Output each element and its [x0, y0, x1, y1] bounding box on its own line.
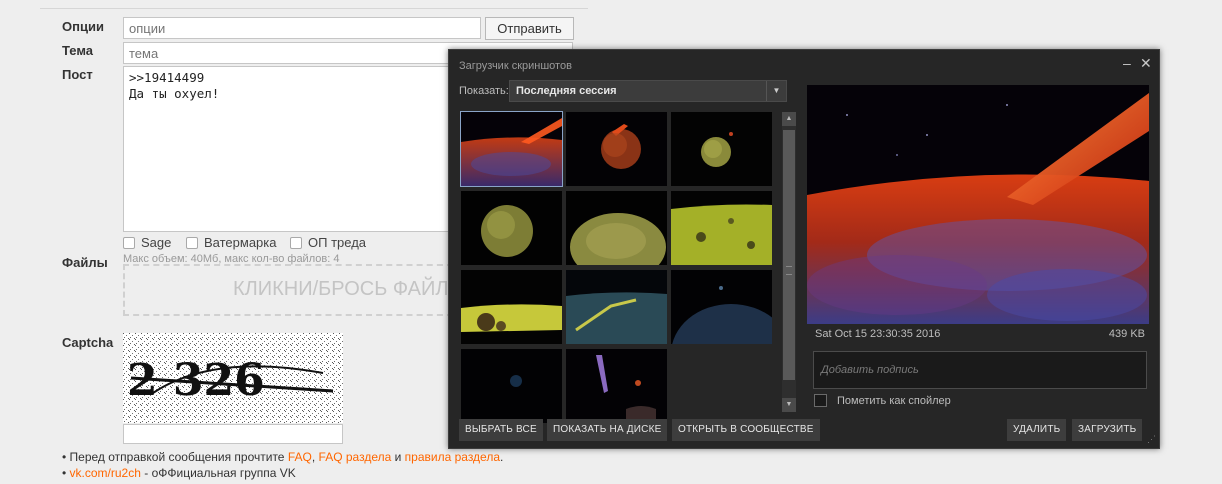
thumbnail-green-planet-small[interactable] — [671, 112, 772, 186]
captcha-glyphs: 2 326 — [127, 355, 265, 406]
files-label: Файлы — [62, 255, 108, 270]
green-planet-terrain-image — [671, 191, 772, 265]
subject-label: Тема — [62, 43, 94, 58]
captcha-input[interactable] — [123, 424, 343, 444]
thumbnail-grid — [459, 110, 775, 423]
thumbnail-dark-space[interactable] — [461, 349, 562, 423]
thumbnail-green-planet-terrain[interactable] — [671, 191, 772, 265]
watermark-checkbox[interactable]: Ватермарка — [186, 235, 276, 250]
thumbnail-space-beam[interactable] — [566, 349, 667, 423]
screenshot-uploader-dialog: Загрузчик скриншотов ‒ ✕ Показать: После… — [448, 49, 1160, 449]
options-label: Опции — [62, 19, 104, 34]
red-planet-image — [566, 112, 667, 186]
green-horizon-image — [461, 270, 562, 344]
red-planet-surface-image — [461, 112, 562, 186]
thumbnail-red-planet-surface[interactable] — [460, 111, 563, 187]
show-on-disk-button[interactable]: ПОКАЗАТЬ НА ДИСКЕ — [547, 419, 668, 441]
thumbnail-green-planet[interactable] — [461, 191, 562, 265]
captcha-noise-graphic: 2 326 — [123, 333, 343, 423]
watermark-checkbox-box[interactable] — [186, 236, 198, 249]
vk-note-text: - оФФициальная группа VK — [144, 466, 296, 480]
op-checkbox-label: ОП треда — [308, 235, 367, 250]
faq-section-link[interactable]: FAQ раздела — [319, 450, 392, 464]
scrollbar-thumb[interactable] — [783, 130, 795, 380]
spoiler-checkbox-box[interactable] — [814, 394, 827, 407]
vk-link[interactable]: vk.com/ru2ch — [70, 466, 141, 480]
rules-note-period: . — [500, 450, 504, 464]
dropzone-text: КЛИКНИ/БРОСЬ ФАЙЛ — [233, 278, 449, 300]
thumbnail-green-horizon[interactable] — [461, 270, 562, 344]
rules-link[interactable]: правила раздела — [405, 450, 500, 464]
show-label: Показать: — [459, 85, 509, 97]
preview-date: Sat Oct 15 23:30:35 2016 — [815, 328, 941, 340]
sage-checkbox-box[interactable] — [123, 236, 135, 249]
rules-note: • Перед отправкой сообщения прочтите FAQ… — [62, 450, 503, 464]
thumbnail-red-planet[interactable] — [566, 112, 667, 186]
caption-input[interactable]: Добавить подпись — [813, 351, 1147, 389]
spoiler-label: Пометить как спойлер — [837, 394, 951, 407]
space-beam-image — [566, 349, 667, 423]
watermark-checkbox-label: Ватермарка — [204, 235, 277, 250]
thumbnail-scrollbar[interactable]: ▲ ▼ — [782, 112, 796, 412]
grip-icon — [786, 266, 792, 275]
options-input[interactable] — [123, 17, 481, 39]
faq-link[interactable]: FAQ — [288, 450, 312, 464]
spoiler-checkbox[interactable]: Пометить как спойлер — [814, 394, 951, 407]
green-planet-image — [461, 191, 562, 265]
op-checkbox-box[interactable] — [290, 236, 302, 249]
resize-grip-icon[interactable]: ⋰ — [1147, 434, 1156, 445]
screenshot-preview[interactable] — [807, 85, 1149, 324]
select-all-button[interactable]: ВЫБРАТЬ ВСЕ — [459, 419, 543, 441]
post-textarea[interactable]: >>19414499 Да ты охуел! — [123, 66, 453, 232]
send-button[interactable]: Отправить — [485, 17, 574, 40]
scroll-up-icon[interactable]: ▲ — [782, 112, 796, 126]
minimize-icon[interactable]: ‒ — [1123, 55, 1131, 71]
sage-checkbox[interactable]: Sage — [123, 235, 171, 250]
scroll-down-icon[interactable]: ▼ — [782, 398, 796, 412]
rules-note-and: и — [394, 450, 402, 464]
captcha-label: Captcha — [62, 335, 114, 350]
post-label: Пост — [62, 67, 93, 82]
vk-bullet: • — [62, 466, 67, 480]
upload-button[interactable]: ЗАГРУЗИТЬ — [1072, 419, 1143, 441]
dialog-title: Загрузчик скриншотов — [459, 60, 572, 72]
session-select[interactable]: Последняя сессия ▼ — [509, 80, 787, 102]
file-dropzone[interactable]: КЛИКНИ/БРОСЬ ФАЙЛ — [123, 264, 453, 316]
preview-image — [807, 85, 1149, 324]
rules-note-comma: , — [311, 450, 316, 464]
open-in-community-button[interactable]: ОТКРЫТЬ В СООБЩЕСТВЕ — [672, 419, 820, 441]
preview-size: 439 KB — [1108, 328, 1145, 340]
close-icon[interactable]: ✕ — [1140, 55, 1152, 72]
rules-note-text: • Перед отправкой сообщения прочтите — [62, 450, 285, 464]
dark-space-image — [461, 349, 562, 423]
sage-checkbox-label: Sage — [141, 235, 172, 250]
thumbnail-green-terrain-dark[interactable] — [566, 270, 667, 344]
green-terrain-dark-image — [566, 270, 667, 344]
form-top-divider — [40, 8, 588, 9]
vk-note: • vk.com/ru2ch - оФФициальная группа VK — [62, 466, 296, 480]
session-select-value: Последняя сессия — [516, 85, 617, 97]
thumbnail-green-planet-close[interactable] — [566, 191, 667, 265]
captcha-image[interactable]: 2 326 — [123, 333, 343, 423]
delete-button[interactable]: УДАЛИТЬ — [1007, 419, 1067, 441]
green-planet-close-image — [566, 191, 667, 265]
op-checkbox[interactable]: ОП треда — [290, 235, 366, 250]
thumbnail-dark-planet-limb[interactable] — [671, 270, 772, 344]
chevron-down-icon[interactable]: ▼ — [766, 81, 786, 101]
dark-planet-limb-image — [671, 270, 772, 344]
green-planet-small-image — [671, 112, 772, 186]
